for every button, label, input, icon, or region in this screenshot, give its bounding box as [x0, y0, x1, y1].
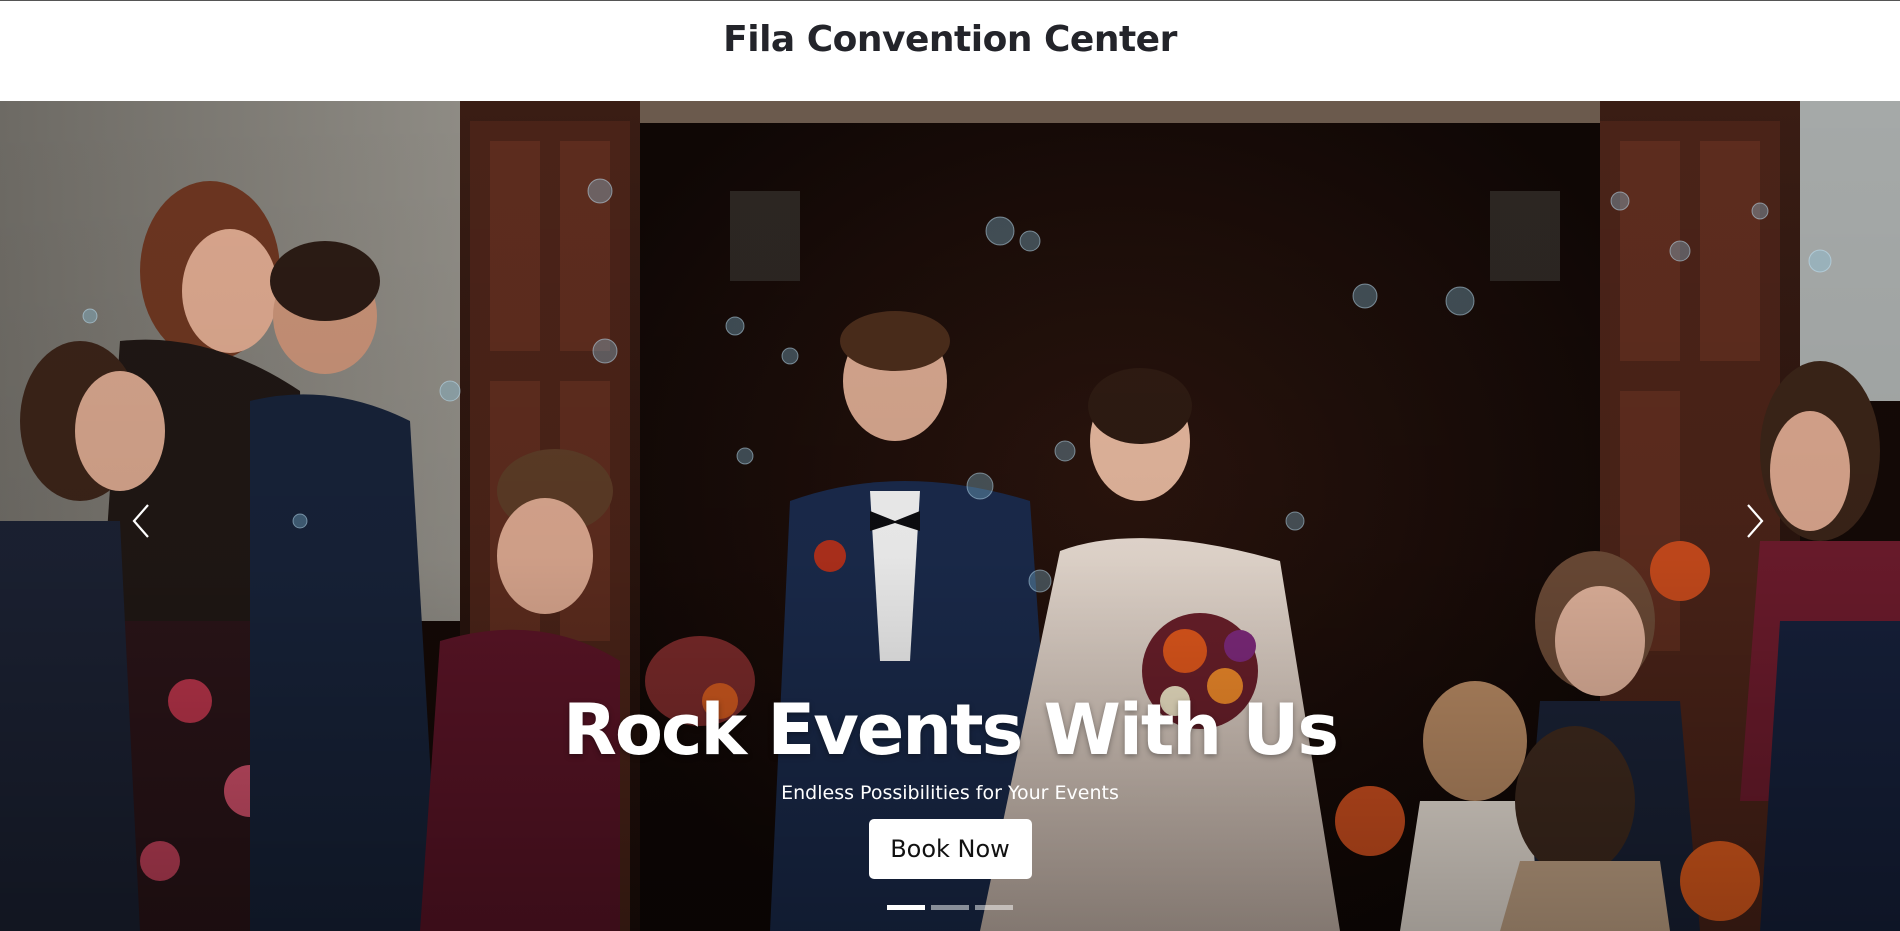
- site-title[interactable]: Fila Convention Center: [723, 19, 1177, 60]
- book-now-button[interactable]: Book Now: [868, 819, 1032, 879]
- site-header: Fila Convention Center: [0, 0, 1900, 101]
- carousel-indicator-3[interactable]: [975, 905, 1013, 910]
- hero-heading: Rock Events With Us: [562, 689, 1339, 771]
- carousel-indicator-1[interactable]: [887, 905, 925, 910]
- hero-subheading: Endless Possibilities for Your Events: [781, 782, 1119, 804]
- carousel-indicator-2[interactable]: [931, 905, 969, 910]
- chevron-right-icon[interactable]: [1740, 499, 1770, 543]
- hero-caption: Rock Events With Us Endless Possibilitie…: [0, 689, 1900, 879]
- chevron-left-icon[interactable]: [126, 499, 156, 543]
- hero-carousel: Rock Events With Us Endless Possibilitie…: [0, 101, 1900, 931]
- page: Fila Convention Center Rock Events With …: [0, 0, 1900, 931]
- carousel-indicators: [0, 905, 1900, 910]
